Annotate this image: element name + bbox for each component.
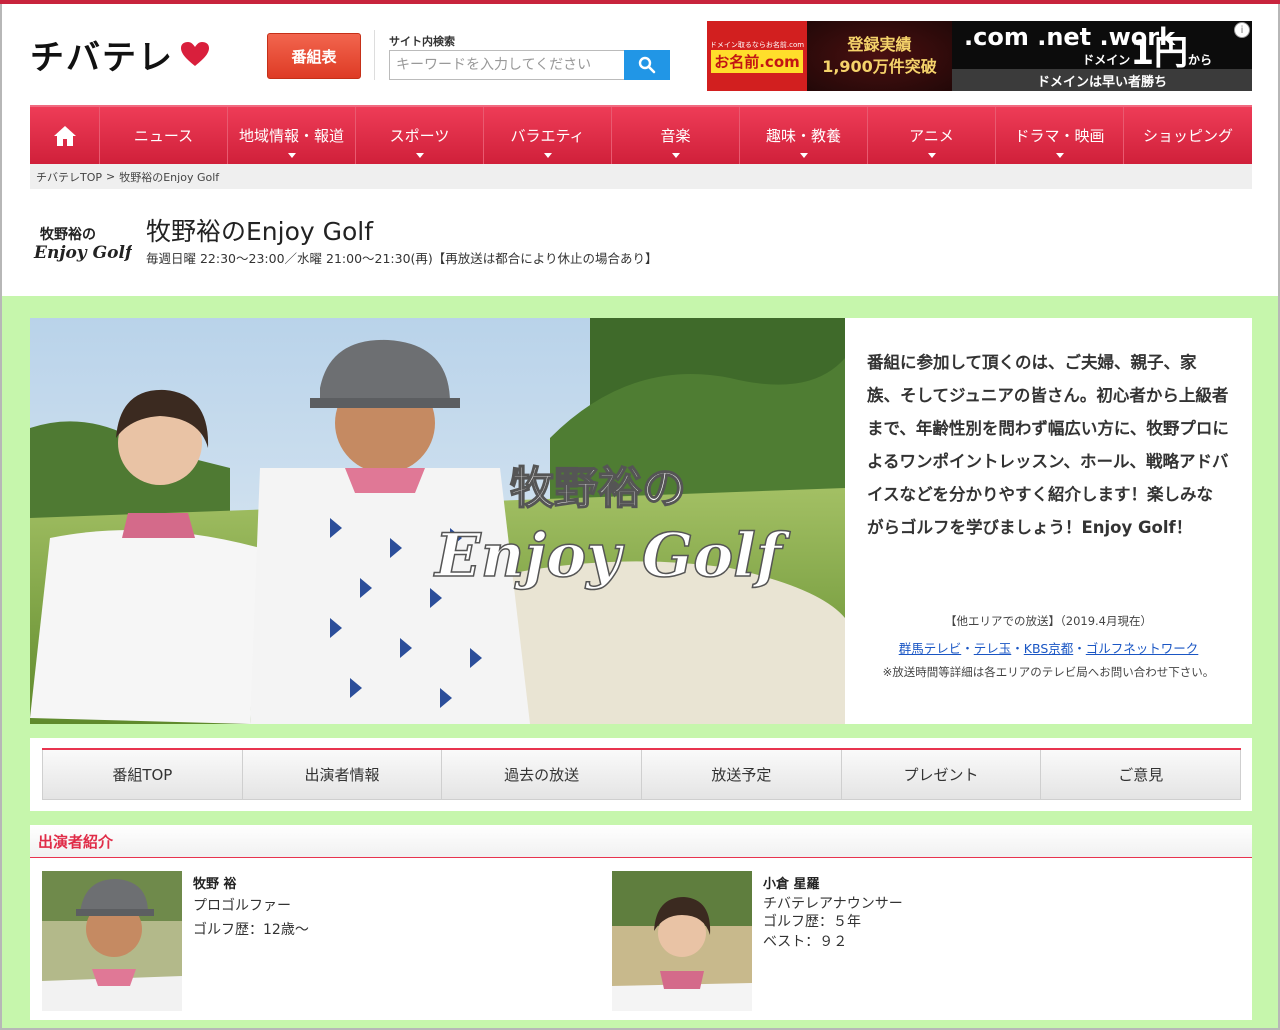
nav-item-hobby[interactable]: 趣味・教養 (740, 107, 868, 164)
dropdown-arrow-icon (927, 153, 936, 158)
hero-image: 牧野裕の Enjoy Golf (30, 318, 845, 724)
nav-item-drama[interactable]: ドラマ・映画 (996, 107, 1124, 164)
breadcrumb-current: 牧野裕のEnjoy Golf (119, 170, 220, 184)
breadcrumb-home[interactable]: チバテレTOP (36, 169, 102, 185)
ad-achievement: 登録実績 1,900万件突破 (807, 21, 952, 91)
hero-title-line2: Enjoy Golf (433, 521, 791, 591)
dropdown-arrow-icon (1055, 153, 1064, 158)
nav-item-label: スポーツ (389, 127, 450, 145)
cast-detail: ゴルフ歴：５年 (763, 914, 861, 930)
search-input[interactable] (389, 50, 625, 80)
program-schedule: 毎週日曜 22:30～23:00／水曜 21:00～21:30(再)【再放送は都… (146, 251, 658, 266)
link-separator: ・ (1011, 641, 1024, 656)
link-separator: ・ (961, 641, 974, 656)
heart-icon (181, 42, 209, 66)
ad-achievement-2: 1,900万件突破 (822, 57, 937, 76)
site-logo[interactable]: チバテレ (30, 30, 210, 78)
nav-item-local[interactable]: 地域情報・報道 (228, 107, 356, 164)
dropdown-arrow-icon (671, 153, 680, 158)
ad-brand: お名前.com (711, 49, 803, 73)
program-guide-button[interactable]: 番組表 (267, 33, 361, 79)
cast-section: 出演者紹介 牧野 裕 プロゴルファー ゴルフ歴：12歳～ 小倉 星羅 チバテレア… (30, 825, 1252, 1020)
ad-info-icon[interactable]: i (1234, 22, 1250, 38)
ad-price-label: ドメイン (1082, 53, 1131, 67)
dropdown-arrow-icon (799, 153, 808, 158)
cast-name: 小倉 星羅 (763, 877, 820, 892)
nav-item-label: ドラマ・映画 (1014, 127, 1105, 145)
nav-home[interactable] (30, 107, 100, 164)
nav-item-news[interactable]: ニュース (100, 107, 228, 164)
cast-detail: プロゴルファー (193, 898, 291, 914)
program-tabs: 番組TOP 出演者情報 過去の放送 放送予定 プレゼント ご意見 (42, 748, 1242, 800)
tab-past-broadcasts[interactable]: 過去の放送 (442, 750, 643, 800)
ad-banner[interactable]: ドメイン取るならお名前.com お名前.com 登録実績 1,900万件突破 .… (707, 21, 1252, 91)
tab-present[interactable]: プレゼント (841, 750, 1042, 800)
page-title: 牧野裕のEnjoy Golf (146, 217, 374, 246)
hero-title-line1: 牧野裕の (510, 463, 686, 514)
nav-item-shopping[interactable]: ショッピング (1124, 107, 1252, 164)
ad-badge: ドメイン取るならお名前.com (709, 40, 805, 49)
cast-detail: ゴルフ歴：12歳～ (193, 922, 309, 938)
breadcrumb: チバテレTOP > 牧野裕のEnjoy Golf (30, 164, 1252, 189)
ad-price-value: 1円 (1130, 33, 1188, 73)
nav-item-label: アニメ (909, 127, 954, 145)
other-area-heading: 【他エリアでの放送】（2019.4月現在） (945, 614, 1152, 628)
nav-item-label: 趣味・教養 (765, 127, 841, 145)
search-icon (638, 56, 656, 74)
ad-price: ドメイン1円から (1082, 25, 1212, 74)
link-teletama[interactable]: テレ玉 (974, 641, 1012, 656)
program-logo-line1: 牧野裕の (40, 226, 96, 243)
program-description: 番組に参加して頂くのは、ご夫婦、親子、家族、そしてジュニアの皆さん。初心者から上… (867, 353, 1229, 537)
home-icon (53, 125, 76, 146)
ad-brand-panel: ドメイン取るならお名前.com お名前.com (707, 21, 807, 91)
tab-feedback[interactable]: ご意見 (1041, 750, 1242, 800)
cast-photo-makino (42, 871, 182, 1011)
nav-item-anime[interactable]: アニメ (868, 107, 996, 164)
nav-item-variety[interactable]: バラエティ (484, 107, 612, 164)
main-nav: ニュース 地域情報・報道 スポーツ バラエティ 音楽 趣味・教養 アニメ ドラマ… (30, 105, 1252, 164)
other-area-links: 群馬テレビ・テレ玉・KBS京都・ゴルフネットワーク (845, 638, 1252, 657)
nav-item-sports[interactable]: スポーツ (356, 107, 484, 164)
dropdown-arrow-icon (287, 153, 296, 158)
cast-detail: ベスト：９２ (763, 934, 848, 950)
ad-offer: .com .net .work ドメイン1円から ドメインは早い者勝ち (952, 21, 1252, 91)
link-separator: ・ (1073, 641, 1086, 656)
cast-detail: チバテレアナウンサー (763, 896, 903, 912)
search-button[interactable] (624, 50, 670, 80)
cast-name: 牧野 裕 (193, 877, 237, 892)
other-area-note: ※放送時間等詳細は各エリアのテレビ局へお問い合わせ下さい。 (882, 665, 1215, 679)
program-description-panel: 番組に参加して頂くのは、ご夫婦、親子、家族、そしてジュニアの皆さん。初心者から上… (845, 318, 1252, 724)
program-logo-line2: Enjoy Golf (33, 243, 132, 263)
header-separator (374, 30, 375, 80)
breadcrumb-separator: > (106, 170, 116, 183)
cast-heading: 出演者紹介 (30, 825, 1252, 858)
link-gunma-tv[interactable]: 群馬テレビ (899, 641, 962, 656)
nav-item-music[interactable]: 音楽 (612, 107, 740, 164)
nav-item-label: ニュース (133, 127, 194, 145)
tab-cast[interactable]: 出演者情報 (242, 750, 443, 800)
nav-item-label: バラエティ (510, 127, 585, 145)
dropdown-arrow-icon (543, 153, 552, 158)
ad-achievement-1: 登録実績 (847, 35, 912, 54)
tab-program-top[interactable]: 番組TOP (42, 750, 243, 800)
cast-photo-ogura (612, 871, 752, 1011)
nav-item-label: 音楽 (660, 127, 691, 145)
program-logo: 牧野裕の Enjoy Golf (33, 226, 132, 263)
search-label: サイト内検索 (389, 35, 455, 48)
ad-bar-text: ドメインは早い者勝ち (952, 69, 1252, 91)
link-kbs-kyoto[interactable]: KBS京都 (1024, 641, 1074, 656)
dropdown-arrow-icon (415, 153, 424, 158)
nav-item-label: 地域情報・報道 (238, 127, 344, 145)
ad-price-suffix: から (1187, 53, 1212, 67)
tab-schedule[interactable]: 放送予定 (642, 750, 842, 800)
nav-item-label: ショッピング (1142, 127, 1233, 145)
site-logo-text: チバテレ (30, 37, 174, 78)
program-tabs-panel: 番組TOP 出演者情報 過去の放送 放送予定 プレゼント ご意見 (30, 738, 1252, 811)
link-golf-network[interactable]: ゴルフネットワーク (1086, 641, 1199, 656)
